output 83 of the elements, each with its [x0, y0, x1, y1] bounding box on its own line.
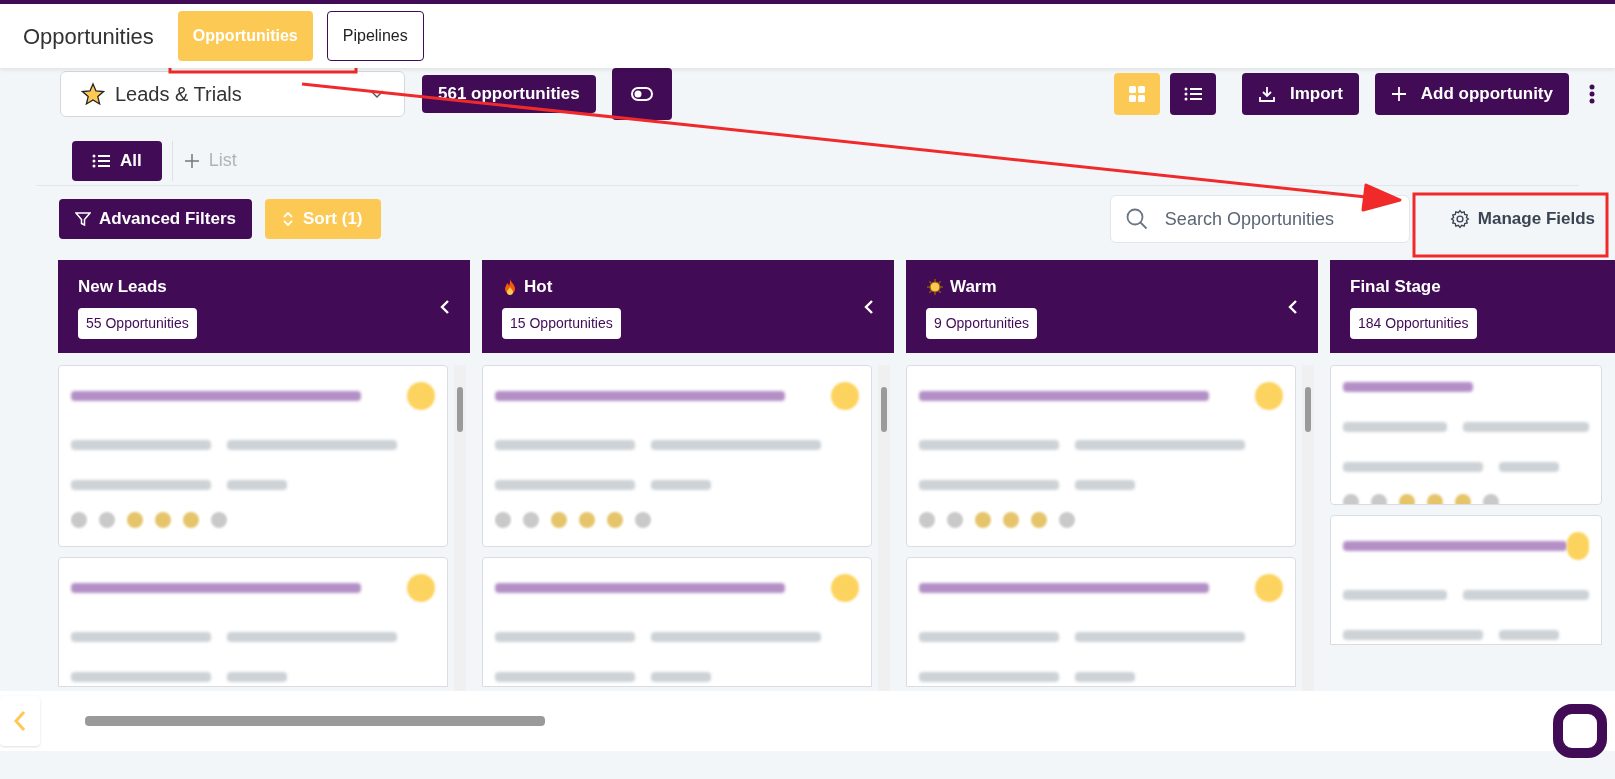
activity-icon — [551, 512, 567, 528]
activity-icon — [1003, 512, 1019, 528]
plus-icon — [1390, 86, 1407, 102]
activity-icon — [495, 512, 511, 528]
activity-icon — [607, 512, 623, 528]
import-button[interactable]: Import — [1241, 73, 1359, 115]
download-icon — [1257, 85, 1276, 103]
horizontal-scrollbar[interactable] — [85, 716, 545, 726]
opportunity-count: 184 Opportunities — [1350, 307, 1477, 339]
activity-icon — [975, 512, 991, 528]
activity-icon — [71, 512, 87, 528]
activity-icon — [919, 512, 935, 528]
activity-icon — [127, 512, 143, 528]
activity-icon — [1031, 512, 1047, 528]
grid-icon — [1127, 85, 1146, 103]
opportunity-card[interactable] — [482, 365, 872, 547]
opportunity-card[interactable] — [58, 557, 448, 687]
pipeline-select[interactable]: Leads & Trials — [60, 71, 405, 117]
activity-icon — [947, 512, 963, 528]
star-icon — [81, 82, 105, 106]
status-icon — [831, 574, 859, 602]
activity-icon — [579, 512, 595, 528]
blurred-text — [227, 672, 287, 682]
stage-title: Final Stage — [1350, 276, 1441, 299]
status-icon — [1567, 532, 1589, 560]
search-icon — [1125, 208, 1148, 230]
sun-icon — [926, 278, 944, 296]
activity-icon — [635, 512, 651, 528]
list-icon — [1183, 87, 1202, 101]
advanced-filters-button[interactable]: Advanced Filters — [59, 199, 252, 239]
settings-icon — [1449, 209, 1470, 229]
grid-view-button[interactable] — [1113, 73, 1160, 115]
blurred-text — [1499, 462, 1559, 472]
collapse-chevron-icon[interactable] — [1288, 298, 1298, 315]
stage-title: Hot — [524, 276, 553, 299]
blurred-text — [1499, 630, 1559, 640]
blurred-text — [1075, 672, 1135, 682]
filter-icon — [75, 211, 91, 227]
stage-title: Warm — [950, 276, 997, 299]
fire-icon — [502, 278, 518, 296]
list-view-button[interactable] — [1169, 73, 1216, 115]
sort-icon — [283, 211, 293, 227]
activity-icon — [99, 512, 115, 528]
manage-fields-button[interactable]: Manage Fields — [1449, 206, 1595, 232]
opportunity-card[interactable] — [482, 557, 872, 687]
opportunity-count: 55 Opportunities — [78, 307, 197, 339]
status-icon — [1255, 574, 1283, 602]
toggle-button[interactable] — [611, 68, 672, 120]
collapse-chevron-icon[interactable] — [440, 298, 450, 315]
chat-widget-icon[interactable] — [1551, 702, 1609, 760]
opportunity-card[interactable] — [1330, 515, 1602, 645]
blurred-text — [227, 480, 287, 490]
opportunity-count: 9 Opportunities — [926, 307, 1037, 339]
status-icon — [407, 574, 435, 602]
activity-icon — [211, 512, 227, 528]
opportunity-count: 15 Opportunities — [502, 307, 621, 339]
more-icon[interactable] — [1589, 84, 1595, 104]
chevron-left-icon — [14, 710, 26, 732]
status-icon — [831, 382, 859, 410]
blurred-text — [651, 672, 711, 682]
list-tab[interactable]: All — [72, 140, 162, 181]
opportunity-card[interactable] — [906, 365, 1296, 547]
status-icon — [407, 382, 435, 410]
opportunity-card[interactable] — [906, 557, 1296, 687]
scroll-left-button[interactable] — [0, 696, 40, 746]
count-badge: 561 opportunities — [422, 75, 596, 113]
activity-icon — [523, 512, 539, 528]
search-field[interactable]: Search Opportunities — [1109, 195, 1410, 243]
page-title: Opportunities — [23, 22, 154, 51]
blurred-text — [651, 480, 711, 490]
blurred-text — [1075, 480, 1135, 490]
add-opportunity-button[interactable]: Add opportunity — [1374, 73, 1569, 115]
activity-icon — [183, 512, 199, 528]
toggle-icon — [630, 87, 653, 101]
opportunity-card[interactable] — [58, 365, 448, 547]
status-icon — [1255, 382, 1283, 410]
opportunity-card[interactable] — [1330, 365, 1602, 505]
plus-icon — [184, 153, 199, 168]
activity-icon — [1059, 512, 1075, 528]
activity-icon — [155, 512, 171, 528]
collapse-chevron-icon[interactable] — [864, 298, 874, 315]
list-icon — [92, 153, 110, 168]
stage-title: New Leads — [78, 276, 167, 299]
